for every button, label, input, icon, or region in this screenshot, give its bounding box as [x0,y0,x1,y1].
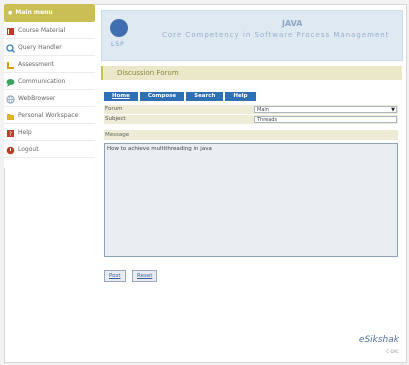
sidebar: ● Main menu Course Material Query Handler… [4,4,95,168]
bullet-icon: ● [8,10,13,16]
forum-select[interactable]: Main ▼ [254,106,397,113]
message-textarea[interactable]: How to achieve multithreading in java [104,143,398,257]
course-title: JAVA [282,19,303,28]
brand-subtext: C-DAC [386,349,399,354]
sidebar-item-label: Query Handler [18,44,62,51]
speech-icon [6,78,15,87]
power-icon [6,146,15,155]
globe-icon [6,94,15,104]
sidebar-item-personal-workspace[interactable]: Personal Workspace [4,109,95,124]
tab-help[interactable]: Help [225,92,256,101]
subject-row: Subject Threads [104,115,398,124]
sidebar-item-logout[interactable]: Logout [4,143,95,158]
tab-search[interactable]: Search [186,92,224,101]
brand-logo: eSikshak [358,335,399,345]
sidebar-item-course-material[interactable]: Course Material [4,24,95,39]
sidebar-item-label: Help [18,129,32,136]
svg-text:?: ? [9,131,12,138]
tab-compose[interactable]: Compose [139,92,185,101]
sidebar-item-label: Communication [18,78,66,85]
chevron-down-icon: ▼ [391,107,395,113]
book-icon [6,27,15,36]
sidebar-item-label: Course Material [18,27,66,34]
sidebar-item-webbrowser[interactable]: WebBrowser [4,92,95,107]
logo-icon [110,19,128,37]
message-label: Message [104,130,398,140]
compose-form: Forum Main ▼ Subject Threads [104,105,398,125]
forum-label: Forum [105,106,123,112]
forum-row: Forum Main ▼ [104,105,398,114]
reset-button[interactable]: Reset [132,270,158,282]
folder-icon [6,112,15,121]
page-title: Discussion Forum [101,66,402,80]
subject-input[interactable]: Threads [254,116,397,123]
main-menu-header: ● Main menu [4,4,95,22]
main-menu-label: Main menu [15,9,53,16]
post-button[interactable]: Post [104,270,126,282]
forum-select-value: Main [257,107,269,113]
sidebar-item-help[interactable]: ? Help [4,126,95,141]
logo-text: LSP [111,41,125,48]
subject-label: Subject [105,116,126,122]
sidebar-item-label: Personal Workspace [18,112,79,119]
sidebar-item-label: Logout [18,146,39,153]
tab-home[interactable]: Home [104,92,138,101]
sidebar-item-query-handler[interactable]: Query Handler [4,41,95,56]
sidebar-item-communication[interactable]: Communication [4,75,95,90]
sidebar-item-assessment[interactable]: Assessment [4,58,95,73]
sidebar-item-label: Assessment [18,61,54,68]
course-header: LSP JAVA Core Competency in Software Pro… [101,10,403,61]
magnifier-icon [6,43,15,53]
sidebar-item-label: WebBrowser [18,95,56,102]
forum-tabs: Home Compose Search Help [104,92,258,101]
ruler-icon [6,61,15,70]
help-icon: ? [6,129,15,138]
course-subtitle: Core Competency in Software Process Mana… [162,31,390,39]
